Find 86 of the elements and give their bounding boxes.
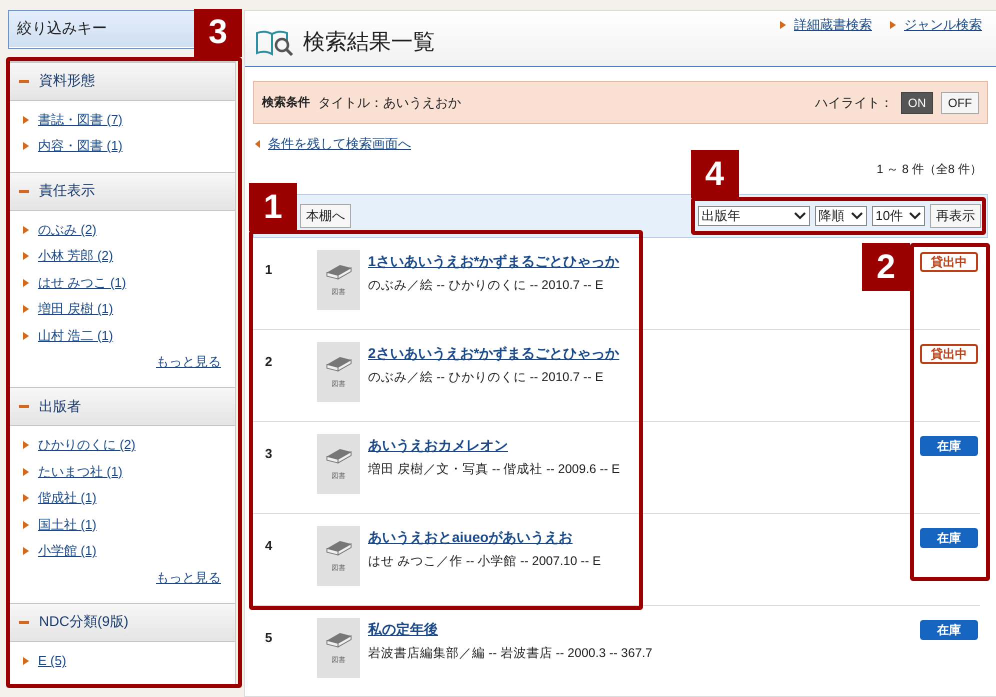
status-badge: 在庫 bbox=[920, 528, 978, 548]
facet-link[interactable]: 国土社 (1) bbox=[38, 516, 96, 534]
facet-link[interactable]: 山村 浩二 (1) bbox=[38, 326, 114, 345]
result-title-link[interactable]: あいうえおカメレオン bbox=[368, 437, 508, 455]
bullet-icon bbox=[23, 252, 29, 260]
result-title-link[interactable]: 2さいあいうえお*かずまるごとひゃっか bbox=[368, 345, 620, 363]
callout-number: 2 bbox=[862, 243, 910, 291]
callout-number: 4 bbox=[690, 150, 739, 198]
chevron-down-icon bbox=[909, 212, 921, 220]
facet-link[interactable]: 書誌・図書 (7) bbox=[38, 110, 122, 129]
result-title-link[interactable]: 1さいあいうえお*かずまるごとひゃっか bbox=[368, 253, 620, 271]
per-page-select[interactable]: 10件 bbox=[872, 206, 925, 226]
facet-link[interactable]: 小学館 (1) bbox=[38, 542, 96, 560]
more-link[interactable]: もっと見る bbox=[156, 349, 221, 375]
more-link[interactable]: もっと見る bbox=[156, 564, 221, 590]
facet-header[interactable]: 責任表示 bbox=[9, 172, 235, 210]
facet-title: 出版者 bbox=[39, 398, 81, 416]
result-title-link[interactable]: あいうえおとaiueoがあいうえお bbox=[368, 529, 573, 547]
result-number: 2 bbox=[264, 353, 274, 371]
highlight-label: ハイライト： bbox=[815, 94, 893, 112]
facet-title: 責任表示 bbox=[39, 182, 95, 200]
callout-number: 3 bbox=[194, 8, 242, 56]
bullet-icon bbox=[23, 547, 29, 556]
callout-number: 1 bbox=[249, 183, 297, 231]
book-icon bbox=[326, 355, 352, 373]
result-meta: のぶみ／絵 -- ひかりのくに -- 2010.7 -- E bbox=[368, 369, 604, 386]
facet-link[interactable]: 内容・図書 (1) bbox=[38, 137, 122, 156]
bullet-icon bbox=[780, 21, 786, 29]
condition-label: 検索条件 bbox=[262, 94, 310, 111]
result-number: 3 bbox=[264, 445, 274, 463]
status-badge: 貸出中 bbox=[920, 344, 978, 364]
facet-title: NDC分類(9版) bbox=[39, 613, 128, 631]
chevron-down-icon bbox=[850, 212, 863, 220]
book-icon bbox=[326, 263, 352, 281]
bullet-icon bbox=[23, 520, 29, 529]
status-badge: 在庫 bbox=[920, 436, 978, 456]
book-icon bbox=[326, 539, 352, 557]
result-number: 5 bbox=[264, 629, 274, 647]
result-number: 4 bbox=[264, 537, 274, 555]
facet-link[interactable]: ひかりのくに (2) bbox=[38, 436, 136, 454]
facet-header[interactable]: 出版者 bbox=[9, 387, 235, 426]
bullet-icon bbox=[23, 116, 29, 124]
bullet-icon bbox=[23, 226, 29, 234]
result-number: 1 bbox=[264, 261, 274, 279]
refresh-button[interactable]: 再表示 bbox=[930, 204, 981, 228]
facet-link[interactable]: はせ みつこ (1) bbox=[38, 274, 126, 292]
bullet-icon bbox=[23, 494, 29, 502]
status-badge: 在庫 bbox=[920, 620, 978, 640]
book-icon bbox=[326, 447, 352, 465]
result-meta: 増田 戻樹／文・写真 -- 偕成社 -- 2009.6 -- E bbox=[368, 461, 620, 478]
result-meta: 岩波書店編集部／編 -- 岩波書店 -- 2000.3 -- 367.7 bbox=[368, 645, 652, 662]
highlight-toggle[interactable]: ON bbox=[901, 92, 933, 114]
facet-header[interactable]: 資料形態 bbox=[9, 62, 235, 100]
bookshelf-button[interactable]: 本棚へ bbox=[300, 204, 351, 228]
result-meta: はせ みつこ／作 -- 小学館 -- 2007.10 -- E bbox=[368, 553, 601, 570]
bullet-icon bbox=[23, 468, 29, 476]
sort-field-select[interactable]: 出版年 bbox=[698, 206, 810, 226]
book-icon bbox=[326, 631, 352, 649]
page-title: 検索結果一覧 bbox=[303, 28, 435, 56]
bullet-icon bbox=[23, 332, 29, 340]
bullet-icon bbox=[23, 305, 29, 314]
facet-link[interactable]: 偕成社 (1) bbox=[38, 489, 96, 508]
facet-link[interactable]: のぶみ (2) bbox=[38, 220, 96, 239]
facet-title: 資料形態 bbox=[39, 72, 95, 90]
header-link[interactable]: ジャンル検索 bbox=[904, 16, 982, 34]
bullet-icon bbox=[23, 656, 29, 665]
status-badge: 貸出中 bbox=[920, 252, 978, 272]
header-link[interactable]: 詳細蔵書検索 bbox=[794, 16, 872, 34]
bullet-icon bbox=[23, 441, 29, 450]
result-title-link[interactable]: 私の定年後 bbox=[368, 621, 438, 639]
sort-order-select[interactable]: 降順 bbox=[814, 206, 867, 226]
facet-link[interactable]: E (5) bbox=[38, 653, 66, 668]
facet-link[interactable]: 小林 芳郎 (2) bbox=[38, 247, 114, 266]
back-arrow-icon bbox=[255, 140, 260, 148]
bullet-icon bbox=[23, 278, 29, 287]
result-count: 1 ～ 8 件（全8 件） bbox=[876, 161, 982, 177]
facet-header[interactable]: NDC分類(9版) bbox=[9, 602, 235, 642]
condition-text: タイトル：あいうえおか bbox=[318, 94, 461, 112]
facet-link[interactable]: たいまつ社 (1) bbox=[38, 462, 122, 481]
back-link[interactable]: 条件を残して検索画面へ bbox=[268, 135, 411, 153]
bullet-icon bbox=[890, 21, 896, 29]
bullet-icon bbox=[23, 142, 29, 150]
highlight-toggle[interactable]: OFF bbox=[941, 92, 979, 114]
chevron-down-icon bbox=[794, 212, 806, 220]
facet-link[interactable]: 増田 戻樹 (1) bbox=[38, 300, 114, 318]
result-meta: のぶみ／絵 -- ひかりのくに -- 2010.7 -- E bbox=[368, 277, 604, 294]
